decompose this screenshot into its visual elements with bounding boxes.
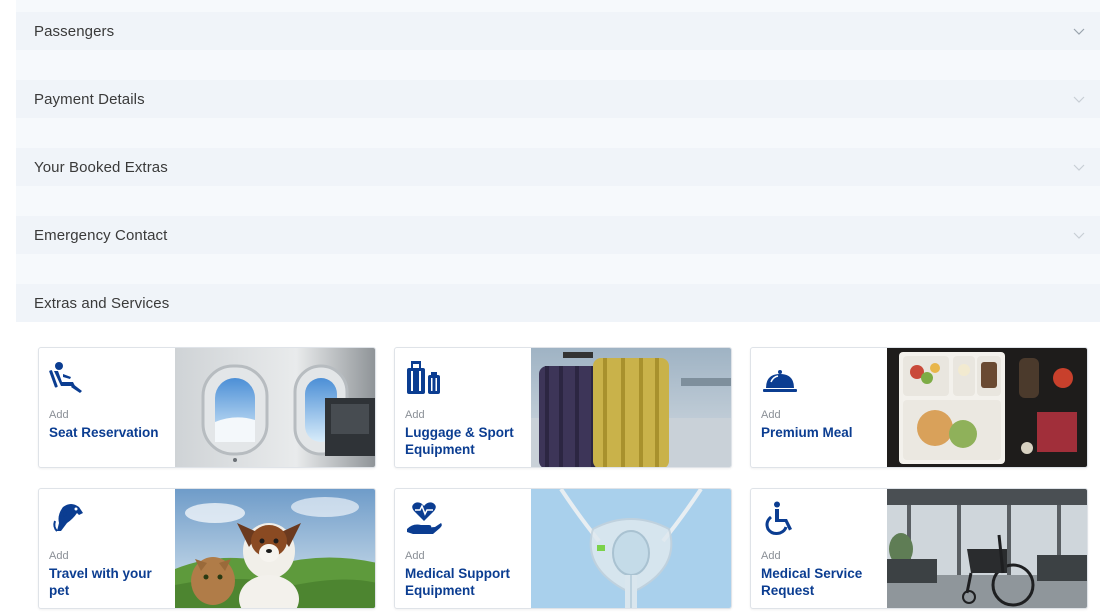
wheelchair-icon (761, 501, 799, 537)
chevron-down-icon[interactable] (1072, 160, 1086, 174)
panel-gap (16, 118, 1100, 148)
card-add-label: Add (405, 550, 425, 562)
card-content: Add Luggage & Sport Equipment (395, 348, 531, 467)
chevron-down-icon[interactable] (1072, 92, 1086, 106)
chevron-down-icon[interactable] (1072, 228, 1086, 242)
extra-card-seat-reservation[interactable]: Add Seat Reservation (38, 347, 376, 468)
heart-hand-icon (405, 501, 443, 537)
card-content: Add Medical Service Request (751, 489, 887, 608)
accordion-booked-extras[interactable]: Your Booked Extras (16, 148, 1100, 186)
card-title: Luggage & Sport Equipment (405, 425, 514, 457)
accordion-extras-and-services[interactable]: Extras and Services (16, 284, 1100, 322)
card-title: Seat Reservation (49, 425, 159, 440)
card-title: Premium Meal (761, 425, 853, 440)
card-title: Medical Service Request (761, 566, 863, 598)
seat-icon (49, 360, 87, 396)
wheelchair-airport-image (887, 489, 1087, 608)
accordion-label: Extras and Services (34, 294, 170, 312)
card-content: Add Medical Support Equipment (395, 489, 531, 608)
card-add-label: Add (761, 409, 781, 421)
card-add-label: Add (49, 409, 69, 421)
accordion-label: Payment Details (34, 90, 145, 108)
dog-and-cat-image (175, 489, 375, 608)
accordion-passengers[interactable]: Passengers (16, 12, 1100, 50)
card-add-label: Add (405, 409, 425, 421)
extra-card-travel-with-pet[interactable]: Add Travel with your pet (38, 488, 376, 609)
chevron-down-icon[interactable] (1072, 24, 1086, 38)
meal-tray-image (887, 348, 1087, 467)
suitcases-image (531, 348, 731, 467)
luggage-icon (405, 360, 443, 396)
airplane-window-image (175, 348, 375, 467)
accordion-label: Passengers (34, 22, 115, 40)
accordion-label: Emergency Contact (34, 226, 168, 244)
card-add-label: Add (49, 550, 69, 562)
extra-card-medical-service-request[interactable]: Add Medical Service Request (750, 488, 1088, 609)
extra-card-medical-support-equipment[interactable]: Add Medical Support Equipment (394, 488, 732, 609)
card-add-label: Add (761, 550, 781, 562)
card-title: Travel with your pet (49, 566, 152, 598)
oxygen-mask-image (531, 489, 731, 608)
accordion-emergency-contact[interactable]: Emergency Contact (16, 216, 1100, 254)
extra-card-premium-meal[interactable]: Add Premium Meal (750, 347, 1088, 468)
pet-icon (49, 501, 87, 537)
card-content: Add Seat Reservation (39, 348, 175, 467)
panel-gap (16, 186, 1100, 216)
card-content: Add Travel with your pet (39, 489, 175, 608)
panel-gap (16, 254, 1100, 284)
accordion-payment-details[interactable]: Payment Details (16, 80, 1100, 118)
panel-gap (16, 50, 1100, 80)
extra-card-luggage-sport-equipment[interactable]: Add Luggage & Sport Equipment (394, 347, 732, 468)
card-content: Add Premium Meal (751, 348, 887, 467)
card-title: Medical Support Equipment (405, 566, 511, 598)
accordion-label: Your Booked Extras (34, 158, 168, 176)
cloche-icon (761, 360, 799, 396)
